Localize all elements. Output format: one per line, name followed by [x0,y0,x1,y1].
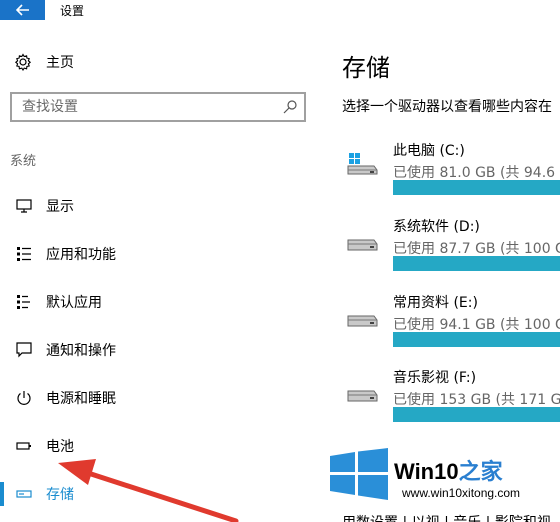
annotation-arrow-icon [58,459,239,522]
drive-usage-fill [393,407,560,422]
drive-name: 音乐影视 (F:) [393,370,477,386]
sidebar-item-power[interactable]: 电源和睡眠 [0,378,320,418]
search-box [10,92,306,122]
home-label: 主页 [46,55,74,71]
sidebar-item-label: 通知和操作 [46,343,116,359]
sidebar-item-apps[interactable]: 应用和功能 [0,234,320,274]
drive-usage: 已使用 94.1 GB (共 100 G [393,317,560,333]
drive-usage-fill [393,332,560,347]
page-description: 选择一个驱动器以查看哪些内容在 [342,99,552,115]
sidebar-item-display[interactable]: 显示 [0,186,320,226]
drive-name: 系统软件 (D:) [393,219,480,235]
drive-usage: 已使用 153 GB (共 171 G [393,392,560,408]
watermark-url: www.win10xitong.com [402,486,521,500]
default-apps-icon [17,295,30,309]
notification-icon [16,342,32,358]
drive-usage-fill [393,180,560,195]
power-icon [17,391,31,405]
back-button[interactable] [0,0,45,20]
sidebar-item-label: 电池 [46,439,74,455]
drive-usage-bar [393,256,560,271]
battery-icon [16,442,31,450]
sidebar-item-notifications[interactable]: 通知和操作 [0,330,320,370]
sidebar-item-label: 应用和功能 [46,247,116,263]
section-label: 系统 [10,154,37,169]
drive-usage-bar [393,332,560,347]
page-title: 存储 [342,54,390,82]
drive-item-c[interactable]: 此电脑 (C:) 已使用 81.0 GB (共 94.6 [342,140,560,200]
drive-usage-fill [393,256,560,271]
drive-name: 此电脑 (C:) [393,143,465,159]
home-link[interactable]: 主页 [14,52,74,72]
apps-list-icon [17,247,31,261]
drive-name: 常用资料 (E:) [393,295,478,311]
drive-item-d[interactable]: 系统软件 (D:) 已使用 87.7 GB (共 100 G [342,216,560,276]
search-input[interactable] [12,94,262,120]
drive-usage: 已使用 81.0 GB (共 94.6 [393,165,556,181]
windows-drive-icon [347,153,378,175]
drive-item-f[interactable]: 音乐影视 (F:) 已使用 153 GB (共 171 G [342,367,560,427]
window-title: 设置 [60,4,85,18]
bottom-partial-text: 用数设置 | 以视 | 音乐 | 影院和视 [342,512,551,522]
drive-icon [347,390,378,402]
sidebar-item-label: 电源和睡眠 [46,391,116,407]
active-indicator [0,482,4,506]
watermark: Win10之家 www.win10xitong.com [328,448,560,506]
title-bar: 设置 [0,0,560,20]
drive-usage: 已使用 87.7 GB (共 100 G [393,241,560,257]
drive-item-e[interactable]: 常用资料 (E:) 已使用 94.1 GB (共 100 G [342,292,560,352]
sidebar-item-label: 显示 [46,199,74,215]
drive-usage-bar [393,407,560,422]
sidebar: 主页 系统 显示 应用和功能 [0,20,320,522]
back-arrow-icon [15,4,29,16]
gear-icon [14,53,32,71]
drive-icon [347,315,378,327]
drive-usage-bar [393,180,560,195]
windows-logo-icon [330,448,388,500]
watermark-brand: Win10之家 [394,459,503,484]
monitor-icon [16,199,32,213]
main-content: 存储 选择一个驱动器以查看哪些内容在 此电脑 (C:) 已使用 81.0 GB … [320,20,560,522]
search-icon[interactable] [282,99,298,115]
sidebar-item-label: 默认应用 [46,295,102,311]
drive-icon [347,239,378,251]
sidebar-item-default-apps[interactable]: 默认应用 [0,282,320,322]
storage-icon [16,490,32,498]
